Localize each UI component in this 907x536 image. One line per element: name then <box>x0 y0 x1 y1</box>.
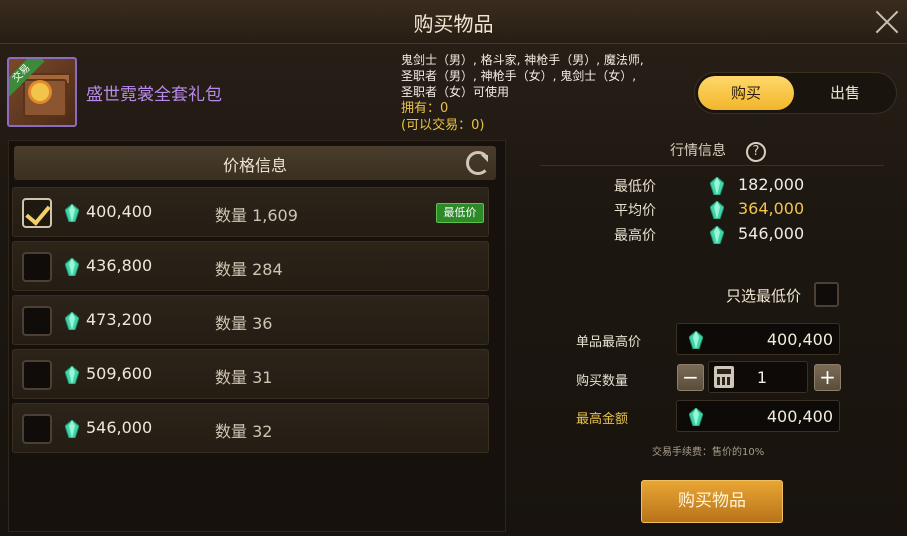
row-checkbox[interactable] <box>22 360 52 390</box>
item-name: 盛世霓裳全套礼包 <box>86 85 222 105</box>
row-qty: 数量 1,609 <box>215 202 298 226</box>
price-row[interactable]: 436,800 数量 284 <box>12 241 489 291</box>
lowest-price-badge: 最低价 <box>436 203 484 223</box>
qty-value: 1 <box>756 368 767 387</box>
row-qty: 数量 284 <box>215 256 283 280</box>
only-lowest-label: 只选最低价 <box>726 287 802 305</box>
row-qty-value: 32 <box>252 422 273 441</box>
row-qty-prefix: 数量 <box>215 422 248 441</box>
row-qty-prefix: 数量 <box>215 206 248 225</box>
gem-icon <box>689 408 703 426</box>
only-lowest-checkbox[interactable] <box>814 282 839 307</box>
market-min-label: 最低价 <box>614 179 656 195</box>
refresh-icon[interactable] <box>466 151 490 175</box>
qty-label: 购买数量 <box>576 374 629 389</box>
price-panel-header: 价格信息 <box>14 146 496 180</box>
classes-line-1: 鬼剑士（男）, 格斗家, 神枪手（男）, 魔法师, <box>401 53 644 67</box>
row-qty-value: 1,609 <box>252 206 298 225</box>
price-row[interactable]: 473,200 数量 36 <box>12 295 489 345</box>
row-qty-value: 284 <box>252 260 283 279</box>
row-qty: 数量 36 <box>215 310 272 334</box>
market-max-value: 546,000 <box>738 224 805 243</box>
gem-icon <box>65 258 79 276</box>
row-checkbox[interactable] <box>22 306 52 336</box>
row-price: 546,000 <box>86 418 153 437</box>
gem-icon <box>710 177 724 195</box>
tradable-count: (可以交易：0) <box>401 118 485 133</box>
gem-icon <box>65 366 79 384</box>
tab-buy[interactable]: 购买 <box>698 76 794 110</box>
row-qty-prefix: 数量 <box>215 260 248 279</box>
row-checkbox[interactable] <box>22 252 52 282</box>
market-header: 行情信息 <box>540 140 884 166</box>
market-max-label: 最高价 <box>614 228 656 244</box>
market-avg-label: 平均价 <box>614 203 656 219</box>
row-qty-prefix: 数量 <box>215 368 248 387</box>
gem-icon <box>689 331 703 349</box>
row-qty: 数量 32 <box>215 418 272 442</box>
gem-icon <box>65 204 79 222</box>
flower-icon <box>31 83 49 101</box>
calculator-icon[interactable] <box>714 366 734 388</box>
market-avg-value: 364,000 <box>738 199 805 218</box>
buy-sell-toggle: 购买 出售 <box>694 72 897 114</box>
row-checkbox[interactable] <box>22 414 52 444</box>
unit-max-value: 400,400 <box>766 330 833 349</box>
price-row[interactable]: 509,600 数量 31 <box>12 349 489 399</box>
price-row[interactable]: 546,000 数量 32 <box>12 403 489 453</box>
classes-line-2: 圣职者（男）, 神枪手（女）, 鬼剑士（女）, <box>401 69 637 83</box>
gem-icon <box>710 226 724 244</box>
total-value: 400,400 <box>766 407 833 426</box>
row-price: 436,800 <box>86 256 153 275</box>
row-price: 509,600 <box>86 364 153 383</box>
row-qty-value: 36 <box>252 314 273 333</box>
row-price: 473,200 <box>86 310 153 329</box>
close-icon[interactable] <box>874 9 900 35</box>
help-icon[interactable]: ? <box>746 142 766 162</box>
unit-max-field[interactable]: 400,400 <box>676 323 840 355</box>
buy-item-button[interactable]: 购买物品 <box>641 480 783 523</box>
dialog-title: 购买物品 <box>413 12 494 36</box>
row-qty-value: 31 <box>252 368 273 387</box>
price-panel-title: 价格信息 <box>222 156 287 175</box>
item-icon: 交易 <box>7 57 77 127</box>
gem-icon <box>710 201 724 219</box>
fee-note: 交易手续费：售价的10% <box>652 447 765 458</box>
total-field: 400,400 <box>676 400 840 432</box>
item-classes: 鬼剑士（男）, 格斗家, 神枪手（男）, 魔法师, 圣职者（男）, 神枪手（女）… <box>401 52 681 100</box>
market-title: 行情信息 <box>670 143 726 159</box>
tab-sell[interactable]: 出售 <box>797 76 893 110</box>
unit-max-label: 单品最高价 <box>576 335 642 350</box>
gem-icon <box>65 420 79 438</box>
row-price: 400,400 <box>86 202 153 221</box>
row-qty-prefix: 数量 <box>215 314 248 333</box>
qty-minus-button[interactable]: − <box>677 364 704 391</box>
price-row[interactable]: 400,400 数量 1,609 最低价 <box>12 187 489 237</box>
row-checkbox[interactable] <box>22 198 52 228</box>
gem-icon <box>65 312 79 330</box>
qty-plus-button[interactable]: + <box>814 364 841 391</box>
market-min-value: 182,000 <box>738 175 805 194</box>
row-qty: 数量 31 <box>215 364 272 388</box>
total-label: 最高金额 <box>576 412 629 427</box>
